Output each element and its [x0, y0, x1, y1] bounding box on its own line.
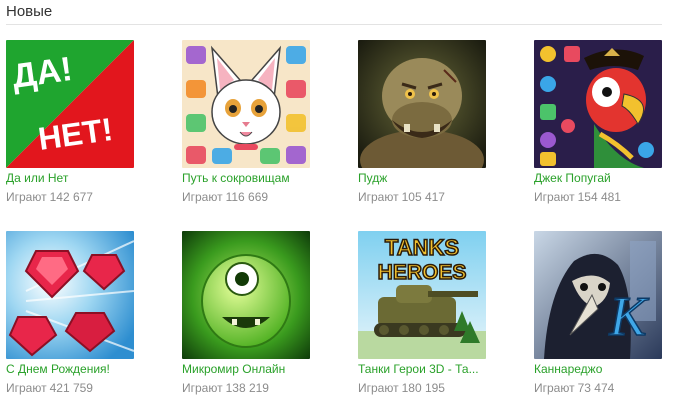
plays-count: 142 677: [49, 190, 93, 204]
plays-count: 73 474: [577, 381, 615, 395]
game-card-dzhek-popugay[interactable]: Джек Попугай Играют 154 481: [534, 40, 674, 215]
plays-count: 138 219: [225, 381, 269, 395]
plays-label: Играют: [6, 190, 47, 204]
microbe-art: [182, 231, 310, 359]
game-title[interactable]: Да или Нет: [6, 170, 146, 186]
plays-label: Играют: [182, 190, 223, 204]
birthday-gems-art: [6, 231, 134, 359]
treasure-cat-art: [182, 40, 310, 168]
game-plays: Играют 421 759: [6, 380, 146, 396]
plays-count: 421 759: [49, 381, 93, 395]
game-plays: Играют 73 474: [534, 380, 674, 396]
game-title[interactable]: Джек Попугай: [534, 170, 674, 186]
game-plays: Играют 116 669: [182, 189, 322, 205]
game-plays: Играют 105 417: [358, 189, 498, 205]
plays-label: Играют: [534, 381, 575, 395]
game-card-da-ili-net[interactable]: ДА! НЕТ! Да или Нет Играют 142 677: [6, 40, 146, 215]
art-text-tanks: TANKS: [385, 235, 459, 260]
art-text-k: K: [608, 286, 649, 348]
game-thumbnail[interactable]: [182, 231, 310, 359]
game-thumbnail[interactable]: [534, 40, 662, 168]
game-plays: Играют 138 219: [182, 380, 322, 396]
plays-count: 180 195: [401, 381, 445, 395]
game-card-pudzh[interactable]: Пудж Играют 105 417: [358, 40, 498, 215]
da-ili-net-art: ДА! НЕТ!: [6, 40, 134, 168]
games-grid: ДА! НЕТ! Да или Нет Играют 142 677 Путь …: [0, 0, 677, 407]
game-title[interactable]: С Днем Рождения!: [6, 361, 146, 377]
game-card-mikromir-onlayn[interactable]: Микромир Онлайн Играют 138 219: [182, 231, 322, 406]
plague-doctor-art: K: [534, 231, 662, 359]
plays-label: Играют: [6, 381, 47, 395]
game-thumbnail[interactable]: [358, 40, 486, 168]
game-title[interactable]: Микромир Онлайн: [182, 361, 322, 377]
game-thumbnail[interactable]: [6, 231, 134, 359]
plays-label: Играют: [534, 190, 575, 204]
game-card-s-dnem-rozhdeniya[interactable]: С Днем Рождения! Играют 421 759: [6, 231, 146, 406]
game-plays: Играют 180 195: [358, 380, 498, 396]
game-plays: Играют 154 481: [534, 189, 674, 205]
game-thumbnail[interactable]: [182, 40, 310, 168]
plays-count: 116 669: [225, 190, 269, 204]
game-title[interactable]: Каннареджо: [534, 361, 674, 377]
game-thumbnail[interactable]: ДА! НЕТ!: [6, 40, 134, 168]
game-plays: Играют 142 677: [6, 189, 146, 205]
plays-count: 154 481: [577, 190, 621, 204]
game-card-tanki-geroi[interactable]: TANKS HEROES Танки Герои 3D - Та... Игра…: [358, 231, 498, 406]
tanks-heroes-art: TANKS HEROES: [358, 231, 486, 359]
game-card-put-k-sokrovisham[interactable]: Путь к сокровищам Играют 116 669: [182, 40, 322, 215]
plays-label: Играют: [182, 381, 223, 395]
pudge-art: [358, 40, 486, 168]
parrot-art: [534, 40, 662, 168]
plays-label: Играют: [358, 381, 399, 395]
game-title[interactable]: Пудж: [358, 170, 498, 186]
game-thumbnail[interactable]: TANKS HEROES: [358, 231, 486, 359]
game-title[interactable]: Танки Герои 3D - Та...: [358, 361, 498, 377]
plays-count: 105 417: [401, 190, 445, 204]
game-thumbnail[interactable]: K: [534, 231, 662, 359]
game-card-kannaredzho[interactable]: K Каннареджо Играют 73 474: [534, 231, 674, 406]
plays-label: Играют: [358, 190, 399, 204]
game-title[interactable]: Путь к сокровищам: [182, 170, 322, 186]
art-text-heroes: HEROES: [378, 261, 467, 284]
